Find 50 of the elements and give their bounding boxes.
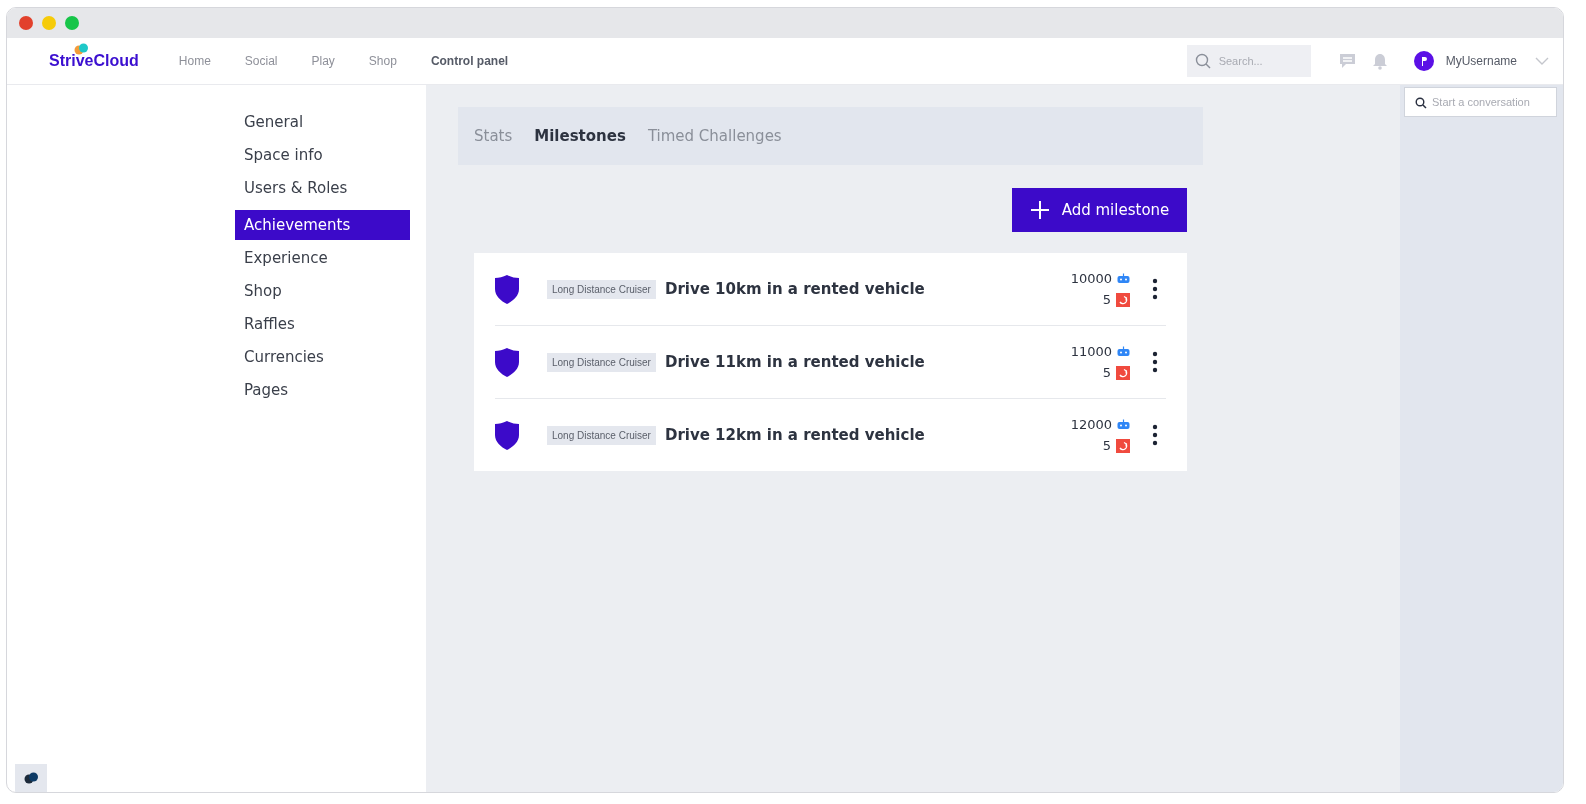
- more-options-icon[interactable]: [1152, 424, 1158, 446]
- gamepad-icon: [1117, 346, 1130, 357]
- more-options-icon[interactable]: [1152, 351, 1158, 373]
- shield-icon: [495, 274, 519, 304]
- gamepad-icon: [1117, 419, 1130, 430]
- milestone-title[interactable]: Drive 10km in a rented vehicle: [664, 280, 1071, 298]
- search-icon: [1194, 53, 1211, 69]
- shield-icon: [495, 347, 519, 377]
- sidebar-item[interactable]: Pages: [235, 375, 410, 405]
- avatar-icon[interactable]: [1413, 51, 1434, 71]
- minimize-dot[interactable]: [42, 16, 56, 30]
- search-field[interactable]: Search...: [1186, 45, 1311, 77]
- sidebar-item[interactable]: Raffles: [235, 309, 410, 339]
- sidebar-item[interactable]: Experience: [235, 243, 410, 273]
- sidebar-item[interactable]: General: [235, 107, 410, 137]
- plus-icon: [1029, 200, 1050, 220]
- count-value: 5: [1102, 365, 1111, 380]
- sidebar-item[interactable]: Achievements: [235, 210, 410, 240]
- milestone-tag: Long Distance Cruiser: [547, 352, 656, 372]
- refresh-icon: [1116, 438, 1130, 453]
- refresh-icon: [1116, 365, 1130, 380]
- points-value: 10000: [1070, 271, 1112, 286]
- search-icon: [1415, 97, 1427, 109]
- gamepad-icon: [1117, 273, 1130, 284]
- close-dot[interactable]: [19, 16, 33, 30]
- sidebar-item[interactable]: Users & Roles: [235, 173, 410, 203]
- sidebar-item[interactable]: Shop: [235, 276, 410, 306]
- milestone-tag: Long Distance Cruiser: [547, 425, 656, 445]
- bubbles-icon: [23, 772, 39, 784]
- username[interactable]: MyUsername: [1445, 54, 1517, 68]
- count-value: 5: [1102, 438, 1111, 453]
- maximize-dot[interactable]: [65, 16, 79, 30]
- logo-bubbles-icon: [73, 43, 89, 55]
- theme-button[interactable]: [15, 764, 47, 792]
- points-value: 12000: [1070, 417, 1112, 432]
- logo-text[interactable]: StriveCloud: [49, 52, 139, 70]
- count-value: 5: [1102, 292, 1111, 307]
- milestone-title[interactable]: Drive 12km in a rented vehicle: [664, 426, 1071, 444]
- milestone-tag: Long Distance Cruiser: [547, 279, 656, 299]
- sidebar-item[interactable]: Currencies: [235, 342, 410, 372]
- nav-link[interactable]: Control panel: [430, 54, 509, 68]
- tab[interactable]: Milestones: [534, 127, 626, 145]
- more-options-icon[interactable]: [1152, 278, 1158, 300]
- conversation-search-field[interactable]: Start a conversation: [1404, 87, 1557, 117]
- shield-icon: [495, 420, 519, 450]
- milestone-title[interactable]: Drive 11km in a rented vehicle: [664, 353, 1071, 371]
- refresh-icon: [1116, 292, 1130, 307]
- sidebar-item[interactable]: Space info: [235, 140, 410, 170]
- points-value: 11000: [1070, 344, 1112, 359]
- add-milestone-button[interactable]: Add milestone: [1012, 188, 1187, 232]
